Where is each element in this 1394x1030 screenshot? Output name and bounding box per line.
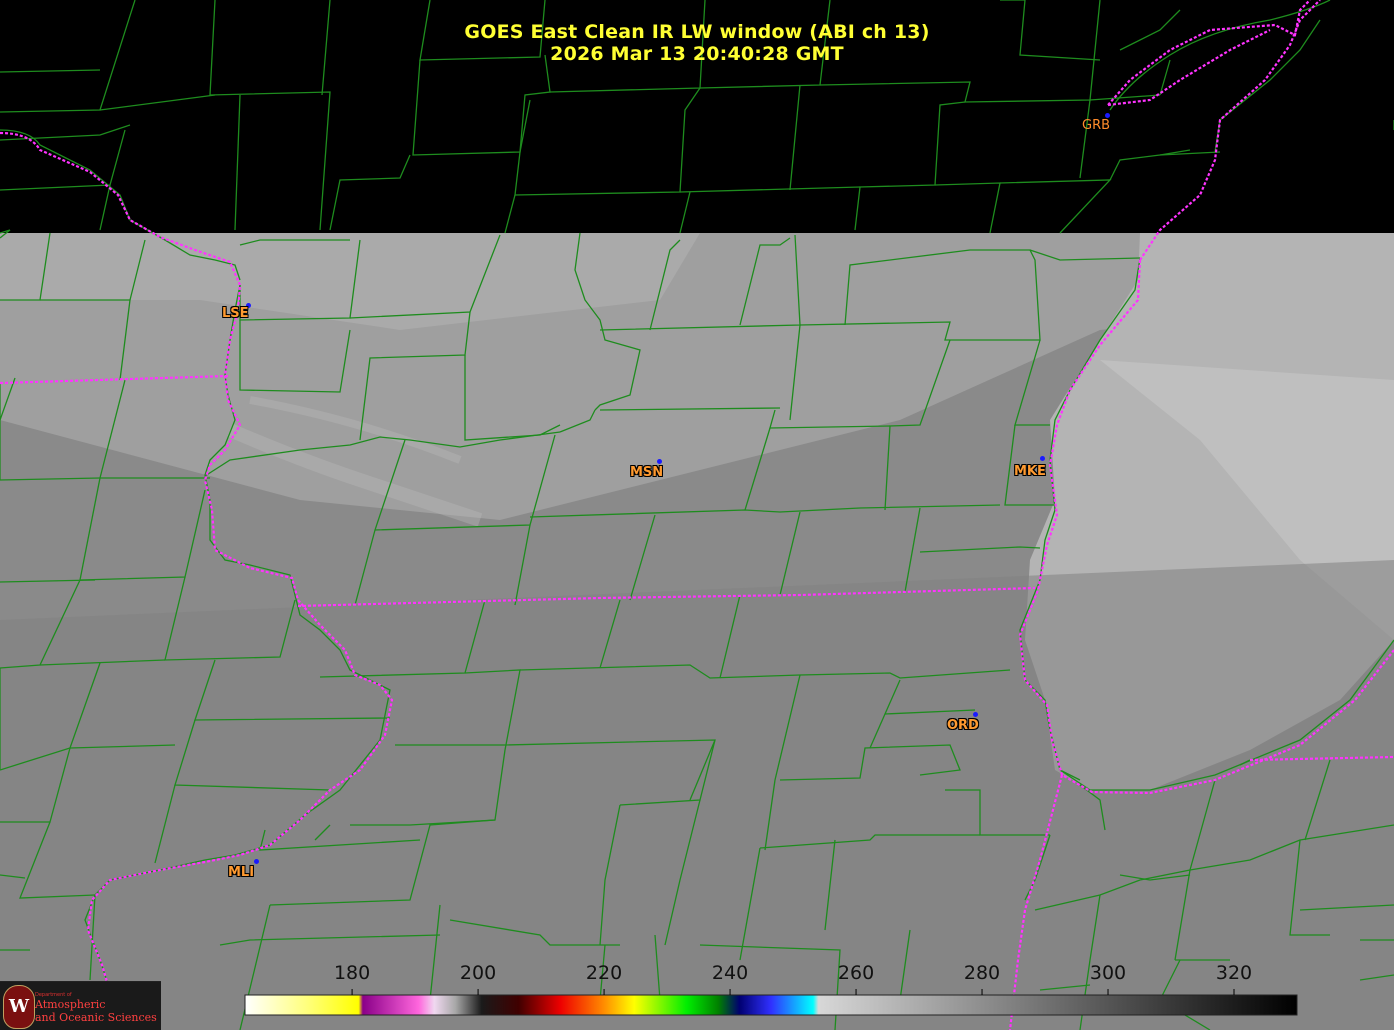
logo-line1: Atmospheric [35, 998, 106, 1011]
colorbar-tick-label: 260 [837, 962, 875, 984]
station-marker [657, 459, 662, 464]
station-label-grb: GRB [1082, 118, 1111, 133]
station-label-mli: MLI [228, 865, 255, 880]
colorbar-tick-label: 180 [333, 962, 371, 984]
station-label-lse: LSE [222, 306, 249, 321]
uw-seal-icon: W [3, 985, 35, 1029]
station-marker [973, 712, 978, 717]
satellite-map [0, 0, 1394, 1030]
station-marker [1040, 456, 1045, 461]
station-label-msn: MSN [630, 465, 664, 480]
colorbar-tick-label: 240 [711, 962, 749, 984]
map-title: GOES East Clean IR LW window (ABI ch 13) [464, 21, 930, 43]
aos-logo: W Department of Atmospheric and Oceanic … [0, 981, 161, 1030]
colorbar-tick-label: 320 [1215, 962, 1253, 984]
colorbar-tick-label: 300 [1089, 962, 1127, 984]
satellite-map-view: GOES East Clean IR LW window (ABI ch 13)… [0, 0, 1394, 1030]
station-label-mke: MKE [1014, 464, 1046, 479]
map-timestamp: 2026 Mar 13 20:40:28 GMT [550, 43, 844, 65]
logo-line2: and Oceanic Sciences [35, 1011, 157, 1024]
colorbar-tick-label: 280 [963, 962, 1001, 984]
colorbar [244, 994, 1298, 1016]
station-marker [254, 859, 259, 864]
station-label-ord: ORD [947, 718, 979, 733]
colorbar-tick-label: 200 [459, 962, 497, 984]
colorbar-tick-label: 220 [585, 962, 623, 984]
